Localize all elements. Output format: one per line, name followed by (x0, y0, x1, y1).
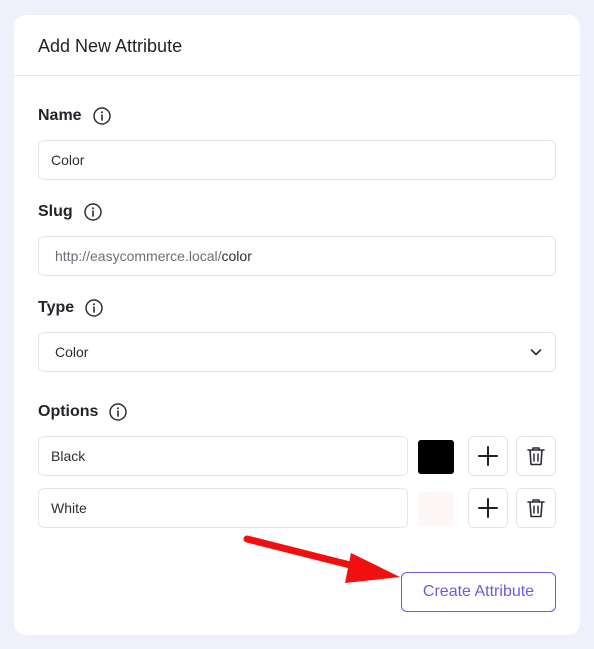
options-label-row: Options (38, 402, 128, 422)
card-title: Add New Attribute (38, 36, 183, 56)
slug-label-row: Slug (38, 202, 103, 222)
chevron-down-icon (530, 349, 542, 356)
card-header: Add New Attribute (14, 15, 580, 76)
name-input[interactable]: Color (38, 140, 556, 180)
add-option-button[interactable] (468, 488, 508, 528)
slug-label: Slug (38, 203, 73, 220)
info-icon[interactable] (108, 402, 128, 422)
trash-icon (527, 447, 545, 466)
create-attribute-label: Create Attribute (422, 583, 535, 600)
slug-value: color (221, 248, 252, 264)
option-value-input[interactable]: Black (38, 436, 408, 476)
plus-icon (478, 498, 498, 518)
type-label-row: Type (38, 298, 104, 318)
add-attribute-card: Add New Attribute Name Color Slug http:/… (14, 15, 580, 635)
add-option-button[interactable] (468, 436, 508, 476)
color-swatch[interactable] (418, 440, 454, 474)
delete-option-button[interactable] (516, 436, 556, 476)
slug-input[interactable]: http://easycommerce.local/color (38, 236, 556, 276)
type-select-value: Color (55, 344, 89, 360)
name-label-row: Name (38, 106, 112, 126)
option-value-text: Black (51, 448, 86, 464)
info-icon[interactable] (83, 202, 103, 222)
info-icon[interactable] (92, 106, 112, 126)
plus-icon (478, 446, 498, 466)
color-swatch[interactable] (418, 492, 454, 526)
type-select[interactable]: Color (38, 332, 556, 372)
create-attribute-button[interactable]: Create Attribute (401, 572, 556, 612)
delete-option-button[interactable] (516, 488, 556, 528)
info-icon[interactable] (84, 298, 104, 318)
slug-prefix: http://easycommerce.local/ (55, 248, 222, 264)
option-value-input[interactable]: White (38, 488, 408, 528)
trash-icon (527, 499, 545, 518)
options-label: Options (38, 403, 99, 420)
name-label: Name (38, 107, 82, 124)
option-value-text: White (51, 500, 87, 516)
name-input-value: Color (51, 152, 85, 168)
type-label: Type (38, 299, 75, 316)
